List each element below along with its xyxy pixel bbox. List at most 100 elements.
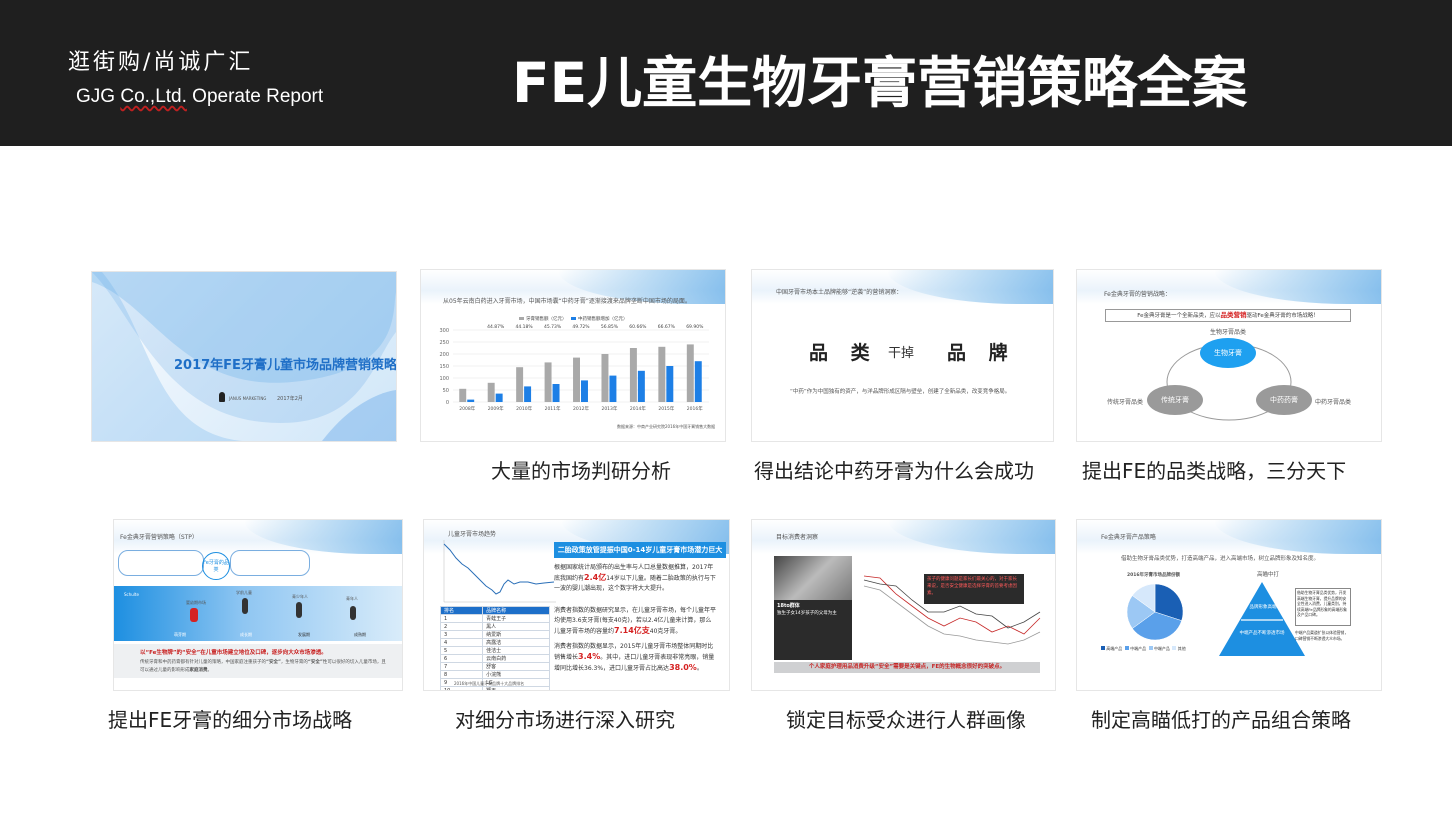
legend-label: 牙膏销售额（亿元） xyxy=(526,315,567,322)
y-tick-label: 200 xyxy=(439,352,449,358)
bar xyxy=(581,380,588,402)
right-title: 高瞄中打 xyxy=(1257,572,1280,578)
pyramid-bottom: 中端产品不断渗透市场 xyxy=(1239,631,1285,636)
table-row: 6 云南白药 xyxy=(439,654,550,663)
stage-label: 青年人 xyxy=(346,596,358,601)
bar-chart: 0 50 100 150 200 250 300 2008年 2009年 44.87% 2010年 4… xyxy=(439,315,709,412)
y-tick-label: 50 xyxy=(443,388,449,394)
bar xyxy=(686,344,694,402)
table-cell: 黑人 xyxy=(482,622,550,631)
cover-brand: JANUS MARKETING xyxy=(229,396,267,401)
x-tick-label: 2011年 xyxy=(545,405,561,412)
persona-sub: 独生子女14岁孩子的父母为主 xyxy=(777,611,837,616)
chart-source: 数据来源：中商产业研究院2016年中国牙膏销售大数据 xyxy=(617,424,716,429)
y-tick-label: 100 xyxy=(439,376,449,382)
table-cell: 云南白药 xyxy=(482,654,550,663)
bar xyxy=(573,357,580,402)
dark-callout: 孩子的健康问题是家长们最关心的，对于家长来说，是否安全健康是选择牙膏的首要考虑因… xyxy=(924,574,1024,604)
bar xyxy=(524,386,532,402)
persona-line-chart xyxy=(863,575,1041,645)
red-line: 以“Fe生物牌”的“安全”在儿童市场建立地位及口碑，逐步向大众市场渗透。 xyxy=(140,650,327,656)
stage-name: 成熟期 xyxy=(354,632,366,637)
table-row: 10狮王 xyxy=(439,686,550,690)
runner-icon xyxy=(190,608,198,622)
slide-thumbnail-cover[interactable]: 2017年FE牙膏儿童市场品牌营销策略 JANUS MARKETING 2017… xyxy=(92,272,396,441)
circle-bio: 生物牙膏 xyxy=(1200,338,1256,368)
stage-label: 青少年人 xyxy=(292,594,308,599)
slide-thumbnail-product-mix[interactable]: Fe金典牙膏产品策略 借助生物牙膏品类优势，打造高端产品，进入高端市场，树立品牌… xyxy=(1077,520,1381,690)
table-row: 8 小浣熊 xyxy=(439,670,550,679)
slide-intro: 借助生物牙膏品类优势，打造高端产品，进入高端市场，树立品牌形象及知名度。 xyxy=(1121,556,1320,562)
table-cell: 纳爱斯 xyxy=(482,630,550,639)
top-label: 生物牙膏品类 xyxy=(1210,329,1247,336)
slide-thumbnail-conclusion[interactable]: 中国牙膏市场本土品牌能够“逆袭”的营销洞察： 品 类 干掉 品 牌 “中药”作为… xyxy=(752,270,1053,441)
table-cell: 8 xyxy=(439,670,484,679)
slide-thumbnail-persona[interactable]: 目标消费者洞察 18to群体 独生子女14岁孩子的父母为主 孩子的健康问题是家长… xyxy=(752,520,1055,690)
slide-thumbnail-deep-research[interactable]: 儿童牙膏市场趋势 排名 品牌名称 1 青蛙王子 2 黑人 3 纳爱斯 4 高露洁 5 佳洁士 6 云南白… xyxy=(424,520,729,690)
x-tick-label: 2015年 xyxy=(658,405,674,412)
table-row: 4 高露洁 xyxy=(439,638,550,647)
bar xyxy=(487,382,495,402)
x-tick-label: 2008年 xyxy=(459,405,475,412)
bar xyxy=(694,361,702,402)
table-cell: 2 xyxy=(439,622,484,631)
brand-ranking-table: 排名 品牌名称 1 青蛙王子 2 黑人 3 纳爱斯 4 高露洁 5 佳洁士 6 云南白药 7 舒客 8 小浣熊 9… xyxy=(439,606,550,690)
slide-thumbnail-segmentation[interactable]: Fe金典牙膏营销策略（STP） Fe牙膏的品类 Schulte 婴幼期市场 学前… xyxy=(114,520,402,690)
walker-icon xyxy=(350,606,356,620)
bar xyxy=(609,375,617,402)
bar xyxy=(629,348,637,402)
percent-label: 69.90% xyxy=(686,324,704,330)
circle-herbal: 中药药膏 xyxy=(1256,385,1312,415)
percent-label: 44.87% xyxy=(487,324,505,330)
percent-label: 56.85% xyxy=(601,324,619,330)
table-row: 2 黑人 xyxy=(439,622,550,631)
bar xyxy=(552,384,560,402)
slide-thumbnail-market-analysis[interactable]: 从05年云南白药进入牙膏市场，中国市场囊“中药牙膏”逐渐接渡来品牌垄断中国市场的… xyxy=(421,270,725,441)
cover-logo-icon xyxy=(219,392,225,402)
bar xyxy=(516,367,524,402)
table-cell: 4 xyxy=(439,638,484,647)
x-tick-label: 2016年 xyxy=(687,405,703,412)
stage-name: 成长期 xyxy=(240,632,252,637)
table-caption: 2016年中国儿童牙膏品牌十大品牌排名 xyxy=(454,681,525,686)
sub-line: 传统牙膏和中药药膏都有针对儿童的策略，中国家庭注重孩子的“安全”，生物牙膏的“安… xyxy=(140,660,386,673)
bottom-strip: 个人家庭护理用品消费升级“安全”需要是关键点，FE的生物概念很好的突破点。 xyxy=(774,662,1040,673)
caption-market-analysis: 大量的市场判研分析 xyxy=(491,459,671,483)
bar xyxy=(467,399,475,402)
cover-date: 2017年2月 xyxy=(277,396,303,402)
table-row: 7 舒客 xyxy=(439,662,550,671)
walker-icon xyxy=(296,602,302,618)
word-beat: 干掉 xyxy=(888,346,915,361)
stage-label: 婴幼期市场 xyxy=(186,600,206,605)
pie-legend: 高端产品 中端产品 中端产品 其他 xyxy=(1101,646,1251,654)
bubble-right xyxy=(230,550,310,576)
table-cell: 3 xyxy=(439,630,484,639)
persona-panel xyxy=(774,600,852,660)
slide-header: 中国牙膏市场本土品牌能够“逆袭”的营销洞察： xyxy=(776,289,903,296)
y-tick-label: 0 xyxy=(446,400,449,406)
cover-title: 2017年FE牙膏儿童市场品牌营销策略 xyxy=(174,358,396,373)
percent-label: 49.72% xyxy=(572,324,590,330)
runner-row: 婴幼期市场 学前儿童 青少年人 青年人 萌芽期 成长期 发展期 成熟期 xyxy=(150,586,402,641)
paragraph-3: 消费者指数的数据显示，2015年儿童牙膏市场整体同期时比销售增长3.4%。其中，… xyxy=(554,643,715,672)
bubble-center: Fe牙膏的品类 xyxy=(202,552,230,580)
table-row: 1 青蛙王子 xyxy=(439,614,550,623)
bar xyxy=(601,354,609,402)
walker-icon xyxy=(242,598,248,614)
right-label: 中药牙膏品类 xyxy=(1315,399,1352,406)
slide-thumbnail-category-strategy[interactable]: Fe金典牙膏的营销战略： Fe金典牙膏是一个全新品类，应以品类营销驱动Fe金典牙… xyxy=(1077,270,1381,441)
slide-note: “中药”作为中国独有的资产，与洋品牌形成区隔与壁垒，创建了全新品类，改变竞争格局… xyxy=(790,389,1011,395)
side-box-b: 中端产品渠道扩张以体验营销，口碑营销不断渗透大众市场。 xyxy=(1295,630,1349,641)
bar xyxy=(495,393,503,402)
pyramid-top: 品牌形象高端 xyxy=(1249,605,1277,610)
bubble-left xyxy=(118,550,204,576)
percent-label: 60.66% xyxy=(629,324,647,330)
caption-segmentation: 提出FE牙膏的细分市场战略 xyxy=(108,708,353,732)
legend-label: 中药销售额增加（亿元） xyxy=(578,315,628,322)
x-tick-label: 2012年 xyxy=(573,405,589,412)
caption-category-strategy: 提出FE的品类战略，三分天下 xyxy=(1082,459,1347,483)
slide-header: Fe金典牙膏营销策略（STP） xyxy=(120,534,198,541)
table-cell: 舒客 xyxy=(482,662,550,671)
brand-name-cn: 逛街购/尚诚广汇 xyxy=(68,50,254,75)
table-cell: 佳洁士 xyxy=(482,646,550,655)
